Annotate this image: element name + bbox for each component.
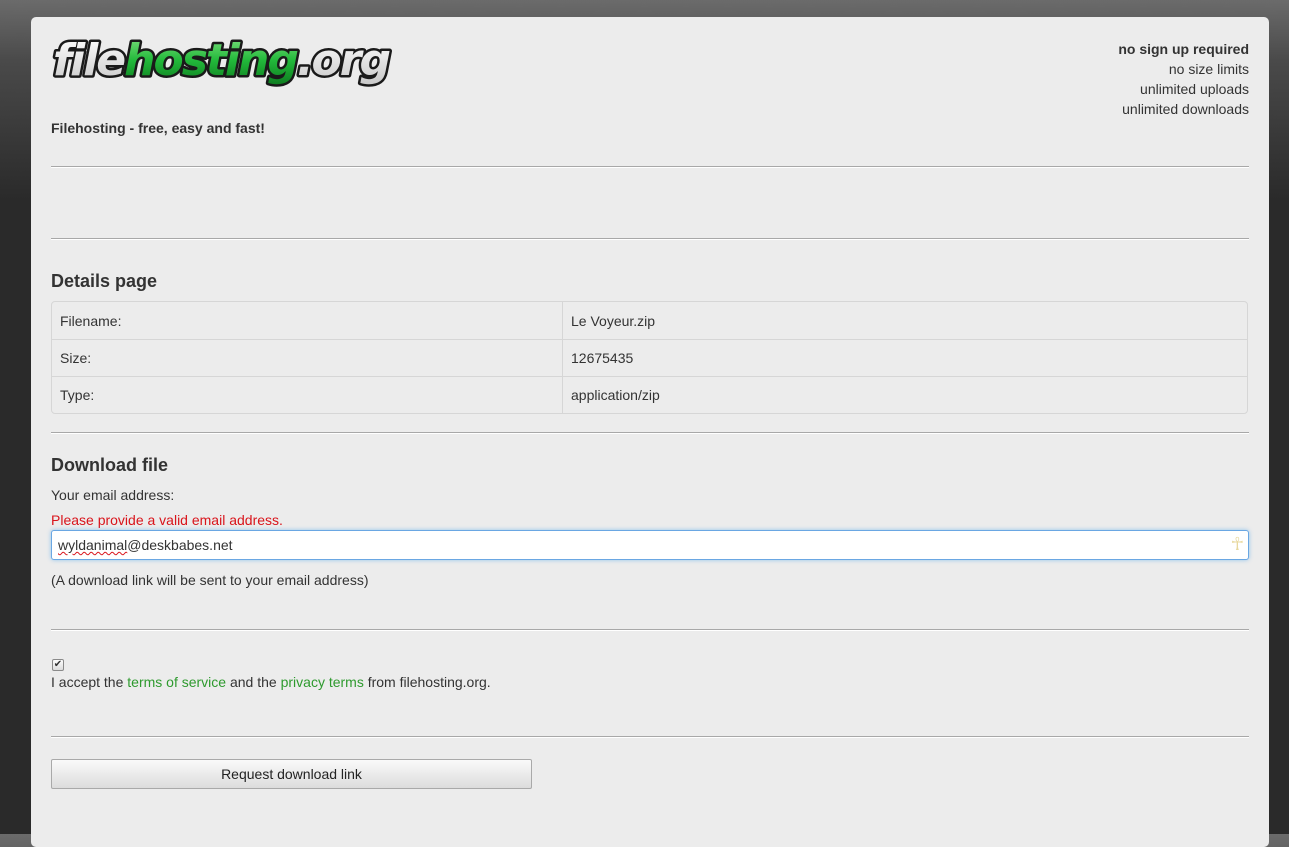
feature-item: unlimited downloads — [1122, 101, 1249, 117]
detail-value: 12675435 — [563, 339, 1247, 376]
divider — [51, 166, 1249, 168]
details-table: Filename: Le Voyeur.zip Size: 12675435 T… — [51, 301, 1248, 414]
terms-prefix: I accept the — [51, 674, 128, 690]
email-input[interactable]: wyldanimal@deskbabes.net ☥ — [51, 530, 1249, 560]
features-list: no sign up required no size limits unlim… — [1118, 39, 1249, 119]
divider — [51, 736, 1249, 738]
tagline: Filehosting - free, easy and fast! — [51, 120, 265, 136]
password-manager-icon[interactable]: ☥ — [1231, 533, 1244, 555]
email-label: Your email address: — [51, 487, 175, 503]
main-panel: filehosting.org Filehosting - free, easy… — [31, 17, 1269, 847]
table-row: Type: application/zip — [52, 376, 1247, 413]
privacy-terms-link[interactable]: privacy terms — [281, 674, 364, 690]
table-row: Filename: Le Voyeur.zip — [52, 302, 1247, 339]
detail-value: Le Voyeur.zip — [571, 312, 656, 329]
details-heading: Details page — [51, 271, 158, 291]
divider — [51, 238, 1249, 240]
download-heading: Download file — [51, 455, 168, 475]
logo-text-org: .org — [297, 35, 391, 86]
site-logo[interactable]: filehosting.org — [51, 35, 431, 87]
request-download-link-button[interactable]: Request download link — [51, 759, 532, 789]
feature-item: no size limits — [1168, 61, 1249, 77]
email-value-domain: @deskbabes.net — [127, 537, 233, 553]
detail-key: Size: — [52, 339, 563, 376]
terms-text: I accept the terms of service and the pr… — [51, 674, 491, 690]
email-value-user: wyldanimal — [58, 537, 128, 553]
terms-of-service-link[interactable]: terms of service — [127, 674, 226, 690]
detail-key: Filename: — [52, 302, 563, 339]
logo-text-hosting: hosting — [124, 35, 298, 86]
terms-middle: and the — [226, 674, 281, 690]
logo-text-file: file — [53, 35, 125, 86]
accept-terms-checkbox[interactable]: ✔ — [52, 659, 64, 671]
terms-suffix: from filehosting.org. — [363, 674, 491, 690]
divider — [51, 432, 1249, 434]
table-row: Size: 12675435 — [52, 339, 1247, 376]
email-hint: (A download link will be sent to your em… — [51, 572, 369, 588]
feature-item: unlimited uploads — [1140, 81, 1249, 97]
email-error-message: Please provide a valid email address. — [51, 512, 283, 528]
detail-key: Type: — [52, 376, 563, 413]
detail-value: application/zip — [563, 376, 1247, 413]
feature-item: no sign up required — [1118, 41, 1249, 57]
svg-text:filehosting.org: filehosting.org — [53, 35, 390, 86]
divider — [51, 629, 1249, 631]
